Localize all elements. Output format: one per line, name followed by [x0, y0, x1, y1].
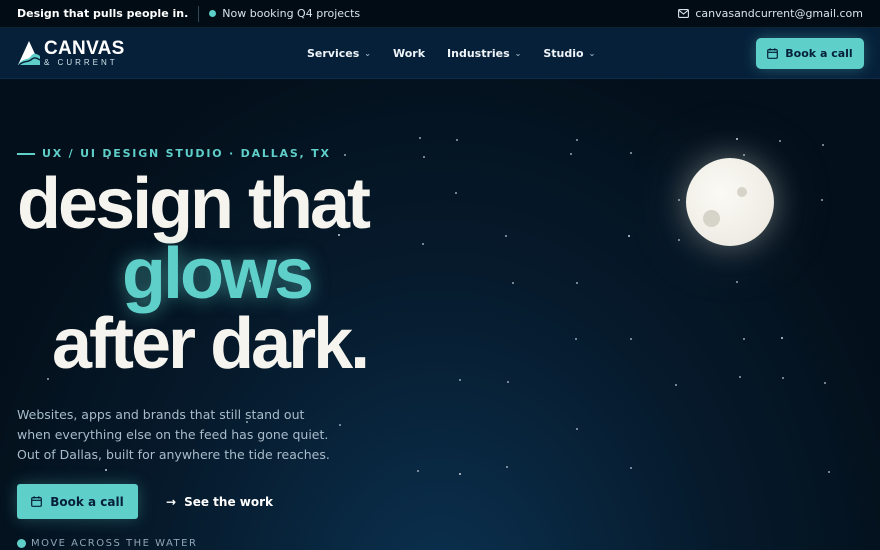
logo-wave-icon	[18, 41, 41, 66]
scroll-dot-icon	[17, 539, 26, 548]
nav-item-services[interactable]: Services ⌄	[307, 47, 371, 60]
star	[782, 377, 784, 379]
arrow-right-icon: →	[166, 494, 177, 509]
star	[456, 139, 458, 141]
headline-line-2-highlight: glows	[122, 234, 314, 314]
booking-status: Now booking Q4 projects	[222, 7, 361, 20]
hero-eyebrow: UX / UI DESIGN STUDIO · DALLAS, TX	[17, 147, 331, 160]
star	[344, 154, 346, 156]
chevron-down-icon: ⌄	[588, 49, 596, 58]
hero-lead-paragraph: Websites, apps and brands that still sta…	[17, 407, 330, 462]
star	[459, 379, 461, 381]
eyebrow-rule	[17, 152, 35, 155]
topbar-tagline: Design that pulls people in.	[17, 7, 189, 20]
calendar-icon	[31, 496, 43, 507]
star	[630, 467, 632, 469]
hero-section: UX / UI DESIGN STUDIO · DALLAS, TX desig…	[0, 79, 880, 550]
chevron-down-icon: ⌄	[514, 49, 522, 58]
star	[507, 381, 509, 383]
star	[576, 282, 578, 284]
star	[105, 469, 107, 471]
logo-wordmark: CANVAS	[44, 38, 125, 59]
star	[821, 199, 823, 201]
star	[781, 337, 783, 339]
see-work-link[interactable]: → See the work	[166, 484, 273, 519]
star	[570, 153, 572, 155]
star	[736, 281, 738, 283]
nav-item-label: Industries	[447, 47, 510, 60]
star	[423, 156, 425, 158]
announcement-bar: Design that pulls people in. Now booking…	[0, 0, 880, 28]
star	[417, 470, 419, 472]
nav-item-industries[interactable]: Industries ⌄	[447, 47, 521, 60]
eyebrow-text: UX / UI DESIGN STUDIO · DALLAS, TX	[42, 147, 331, 160]
headline-line-3: after dark.	[52, 304, 370, 384]
star	[743, 154, 745, 156]
star	[506, 466, 508, 468]
mail-icon	[678, 9, 690, 18]
star	[505, 235, 507, 237]
secondary-cta-label: See the work	[184, 494, 273, 509]
logo[interactable]: CANVAS & CURRENT	[17, 39, 125, 67]
book-call-hero-button[interactable]: Book a call	[17, 484, 138, 519]
logo-subtitle: & CURRENT	[44, 58, 118, 67]
star	[822, 144, 824, 146]
nav-cta-label: Book a call	[785, 47, 853, 60]
email-text: canvasandcurrent@gmail.com	[695, 7, 863, 20]
star	[576, 139, 578, 141]
nav-links: Services ⌄ Work Industries ⌄ Studio ⌄	[307, 28, 617, 79]
nav-item-label: Studio	[543, 47, 584, 60]
moon-crater	[703, 210, 720, 227]
star	[678, 239, 680, 241]
star	[779, 140, 781, 142]
moon-illustration	[686, 158, 774, 246]
scroll-hint: MOVE ACROSS THE WATER	[17, 538, 197, 549]
star	[824, 382, 826, 384]
star	[739, 376, 741, 378]
star	[828, 471, 830, 473]
star	[630, 152, 632, 154]
star	[628, 235, 630, 237]
primary-cta-label: Book a call	[50, 494, 124, 509]
star	[630, 338, 632, 340]
star	[743, 338, 745, 340]
star	[575, 338, 577, 340]
nav-item-studio[interactable]: Studio ⌄	[543, 47, 595, 60]
star	[675, 384, 677, 386]
star	[339, 424, 341, 426]
calendar-icon	[767, 48, 779, 59]
hero-headline: design that glows after dark.	[17, 164, 437, 384]
email-link[interactable]: canvasandcurrent@gmail.com	[678, 7, 863, 20]
headline-line-1: design that	[17, 164, 371, 244]
moon-crater	[737, 187, 747, 197]
star	[736, 138, 738, 140]
main-navigation: CANVAS & CURRENT Services ⌄ Work Industr…	[0, 28, 880, 79]
star	[678, 199, 680, 201]
star	[455, 192, 457, 194]
scroll-hint-text: MOVE ACROSS THE WATER	[31, 538, 198, 549]
star	[459, 473, 461, 475]
nav-item-label: Work	[392, 47, 426, 60]
star	[576, 428, 578, 430]
nav-item-work[interactable]: Work	[393, 47, 425, 60]
star	[419, 137, 421, 139]
star	[512, 282, 514, 284]
status-dot-icon	[209, 10, 217, 17]
book-call-nav-button[interactable]: Book a call	[756, 38, 864, 69]
topbar-divider	[198, 5, 200, 22]
chevron-down-icon: ⌄	[364, 49, 371, 58]
nav-item-label: Services	[307, 47, 360, 60]
